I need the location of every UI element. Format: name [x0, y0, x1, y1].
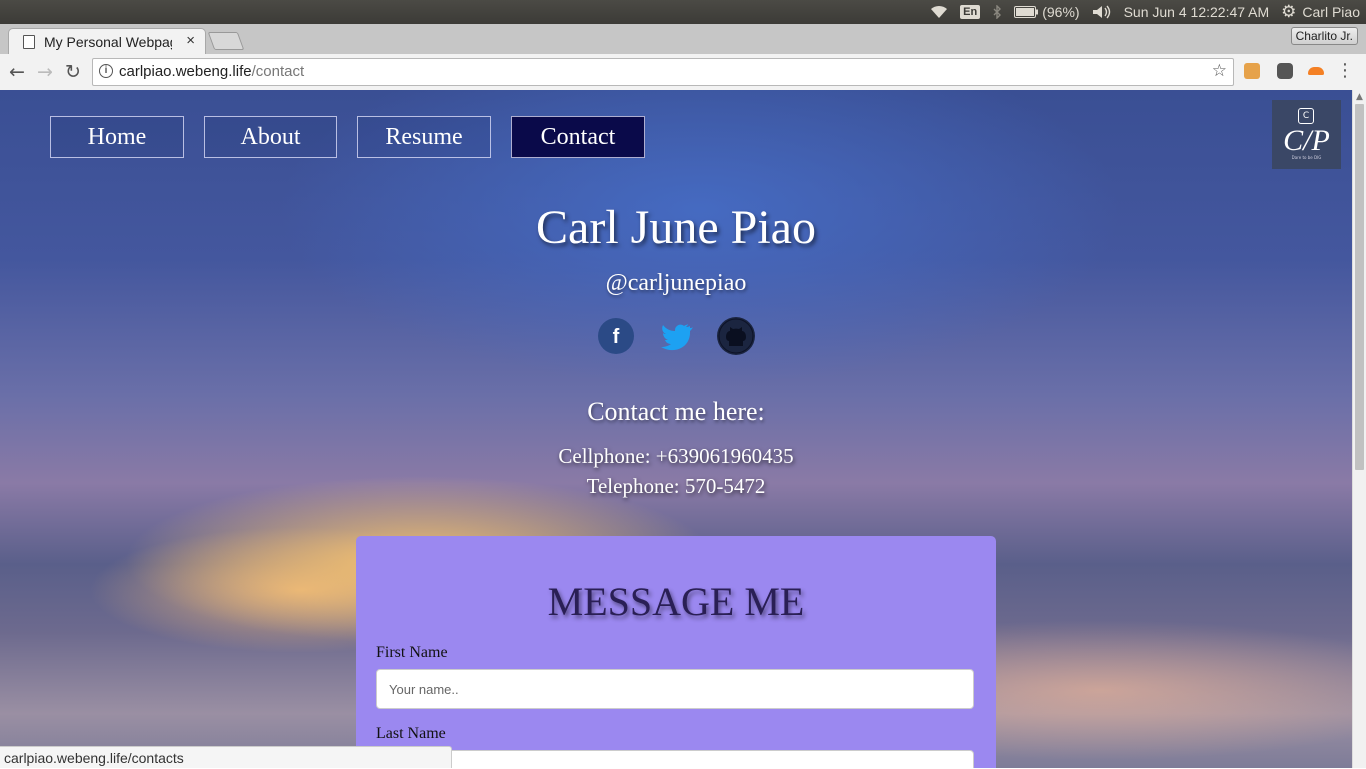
logo-letter: C: [1298, 108, 1314, 124]
settings-gear-icon: ⚙: [1281, 2, 1297, 21]
battery-percent: (96%): [1042, 4, 1080, 20]
extension-icon-1[interactable]: [1244, 63, 1260, 79]
session-menu[interactable]: ⚙ Carl Piao: [1281, 2, 1360, 22]
clock[interactable]: Sun Jun 4 12:22:47 AM: [1124, 4, 1270, 20]
facebook-icon[interactable]: f: [596, 316, 636, 356]
logo-monogram: C/P: [1283, 124, 1330, 157]
battery-indicator[interactable]: (96%): [1014, 4, 1080, 20]
tab-title: My Personal Webpage: [44, 34, 172, 50]
new-tab-button[interactable]: [207, 32, 245, 50]
chrome-menu-icon[interactable]: ⋮: [1336, 62, 1354, 80]
page-icon: [23, 35, 35, 49]
link-status-bar: carlpiao.webeng.life/contacts: [0, 746, 452, 768]
system-top-panel: En (96%) Sun Jun 4 12:22:47 AM ⚙ Carl Pi…: [0, 0, 1366, 24]
nav-resume[interactable]: Resume: [357, 116, 491, 158]
page-scrollbar[interactable]: ▲: [1352, 90, 1366, 768]
profile-button[interactable]: Charlito Jr.: [1290, 27, 1358, 45]
extension-icon-3[interactable]: [1308, 67, 1324, 75]
telephone-number: Telephone: 570-5472: [586, 474, 766, 498]
wifi-icon[interactable]: [930, 5, 948, 19]
battery-icon: [1014, 6, 1039, 18]
bluetooth-icon[interactable]: [992, 5, 1002, 19]
page-viewport: Home About Resume Contact C C/P Dare to …: [0, 90, 1352, 768]
volume-icon[interactable]: [1092, 5, 1112, 19]
browser-tab-strip: My Personal Webpage × Charlito Jr.: [0, 24, 1366, 55]
bookmark-star-icon[interactable]: ☆: [1212, 61, 1227, 81]
keyboard-language-indicator[interactable]: En: [960, 5, 981, 19]
close-tab-icon[interactable]: ×: [186, 32, 195, 49]
reload-icon[interactable]: ↻: [62, 61, 84, 83]
twitter-icon[interactable]: [656, 316, 696, 356]
address-bar[interactable]: i carlpiao.webeng.life/contact ☆: [92, 58, 1234, 86]
user-handle: @carljunepiao: [605, 270, 747, 296]
scrollbar-thumb[interactable]: [1355, 104, 1364, 470]
scroll-up-arrow-icon[interactable]: ▲: [1356, 92, 1363, 102]
extension-icon-2[interactable]: [1277, 63, 1293, 79]
logo-tagline: Dare to be DIG: [1291, 155, 1322, 160]
back-arrow-icon[interactable]: ←: [6, 61, 28, 83]
url-path: /contact: [251, 63, 305, 80]
form-title: MESSAGE ME: [547, 579, 805, 624]
svg-text:f: f: [613, 326, 620, 348]
forward-arrow-icon[interactable]: →: [34, 61, 56, 83]
url-host: carlpiao.webeng.life: [119, 63, 252, 80]
nav-about[interactable]: About: [204, 116, 337, 158]
browser-tab-active[interactable]: My Personal Webpage ×: [8, 28, 206, 55]
message-form: MESSAGE ME First Name Last Name: [356, 536, 996, 768]
site-info-icon[interactable]: i: [99, 64, 113, 78]
github-icon[interactable]: [716, 316, 756, 356]
browser-toolbar: ← → ↻ i carlpiao.webeng.life/contact ☆ ⋮: [0, 54, 1366, 91]
system-tray: En (96%) Sun Jun 4 12:22:47 AM ⚙ Carl Pi…: [930, 0, 1360, 24]
last-name-field[interactable]: [376, 750, 974, 768]
last-name-label: Last Name: [376, 725, 446, 742]
first-name-field[interactable]: [376, 669, 974, 709]
cellphone-number: Cellphone: +639061960435: [558, 444, 794, 468]
page-title: Carl June Piao: [536, 201, 816, 254]
nav-contact[interactable]: Contact: [511, 116, 645, 158]
contact-heading: Contact me here:: [587, 397, 765, 426]
nav-home[interactable]: Home: [50, 116, 184, 158]
address-url[interactable]: carlpiao.webeng.life/contact: [119, 63, 304, 80]
site-logo[interactable]: C C/P Dare to be DIG: [1272, 100, 1341, 169]
first-name-label: First Name: [376, 644, 448, 661]
user-name: Carl Piao: [1302, 4, 1360, 20]
